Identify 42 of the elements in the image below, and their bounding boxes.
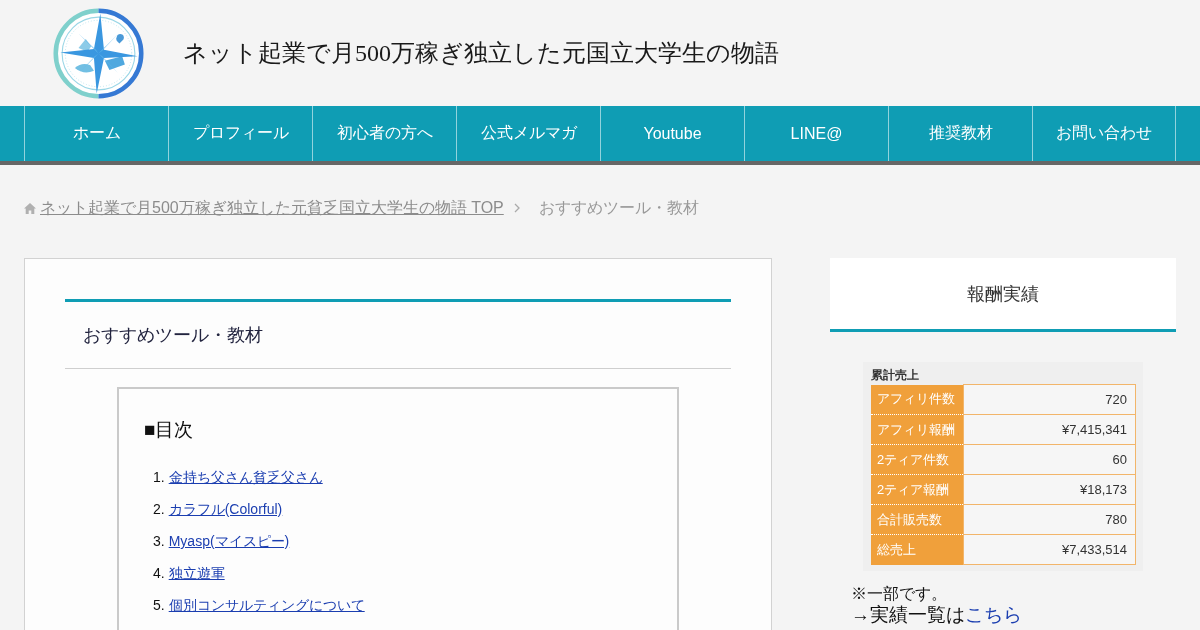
toc-number: 3. xyxy=(153,532,165,551)
toc-link[interactable]: 個別コンサルティングについて xyxy=(168,589,365,621)
breadcrumb-link[interactable]: ネット起業で月500万稼ぎ独立した元貧乏国立大学生の物語 TOP xyxy=(40,197,504,219)
site-title: ネット起業で月500万稼ぎ独立した元国立大学生の物語 xyxy=(183,39,779,68)
row-header-cell: 合計販売数 xyxy=(871,504,963,535)
results-link[interactable]: こちら xyxy=(965,604,1022,625)
toc-link[interactable]: カラフル(Colorful) xyxy=(168,493,283,525)
table-cell: ¥18,173 xyxy=(963,474,1136,505)
article-title: おすすめツール・教材 xyxy=(65,299,731,369)
row-header-cell: アフィリ件数 xyxy=(871,384,963,415)
toc-link[interactable]: Myasp(マイスピー) xyxy=(168,525,290,557)
toc-link[interactable]: 独立遊軍 xyxy=(168,557,225,589)
table-cell: 60 xyxy=(963,444,1136,475)
home-icon xyxy=(24,202,36,214)
table-cell: ¥7,415,341 xyxy=(963,414,1136,445)
row-header-cell: アフィリ報酬 xyxy=(871,414,963,445)
table-caption: 累計売上 xyxy=(871,367,920,384)
note-text: ※一部です。 xyxy=(851,585,948,603)
row-header-cell: 2ティア報酬 xyxy=(871,474,963,505)
toc-link[interactable]: 金持ち父さん貧乏父さん xyxy=(168,461,323,493)
results-text: →実績一覧はこちら xyxy=(851,604,1023,626)
toc-number: 5. xyxy=(153,596,165,615)
nav-link[interactable]: ホーム xyxy=(24,106,168,161)
nav-link[interactable]: Youtube xyxy=(600,106,744,161)
widget-title: 報酬実績 xyxy=(830,258,1176,332)
toc-heading: ■目次 xyxy=(144,418,195,442)
chevron-icon xyxy=(513,203,520,213)
nav-link[interactable]: プロフィール xyxy=(168,106,312,161)
toc-number: 1. xyxy=(153,468,165,487)
nav-link[interactable]: 初心者の方へ xyxy=(312,106,456,161)
nav-link[interactable]: お問い合わせ xyxy=(1032,106,1176,161)
table-cell: 780 xyxy=(963,504,1136,535)
nav-link[interactable]: LINE@ xyxy=(744,106,888,161)
row-header-cell: 2ティア件数 xyxy=(871,444,963,475)
table-cell: 720 xyxy=(963,384,1136,415)
nav-link[interactable]: 公式メルマガ xyxy=(456,106,600,161)
nav-link[interactable]: 推奨教材 xyxy=(888,106,1032,161)
toc-number: 4. xyxy=(153,564,165,583)
breadcrumb-current: おすすめツール・教材 xyxy=(538,197,699,218)
row-header-cell: 総売上 xyxy=(871,534,963,565)
table-cell: ¥7,433,514 xyxy=(963,534,1136,565)
toc-number: 2. xyxy=(153,500,165,519)
